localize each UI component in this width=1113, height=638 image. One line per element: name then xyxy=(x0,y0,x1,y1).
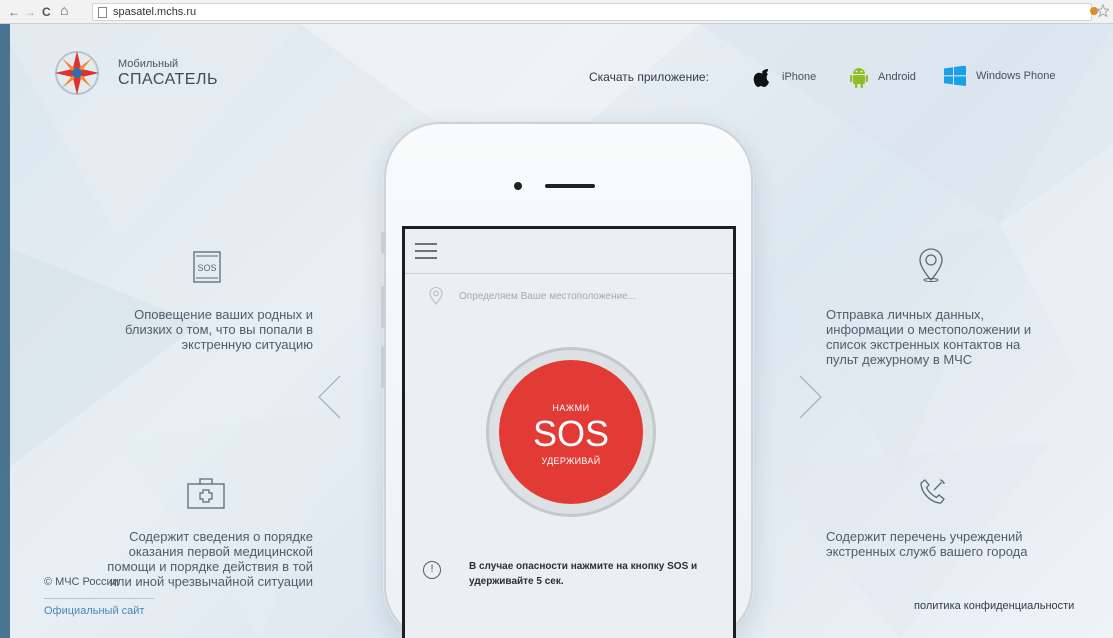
phone-volume-down xyxy=(381,346,385,388)
store-label-windows-phone: Windows Phone xyxy=(976,70,1056,82)
sos-label: SOS xyxy=(532,413,610,454)
store-link-android[interactable]: Android xyxy=(850,66,916,88)
app-header-divider xyxy=(405,273,733,274)
feature-data-send-text: Отправка личных данных, информации о мес… xyxy=(826,307,1032,367)
footer-divider xyxy=(44,598,154,599)
sos-sign-text: SOS xyxy=(197,263,216,273)
apple-icon xyxy=(753,69,769,87)
left-edge-strip xyxy=(0,24,10,638)
page-icon xyxy=(98,7,107,18)
logo-emblem[interactable] xyxy=(52,48,102,98)
store-link-windows-phone[interactable]: Windows Phone xyxy=(944,66,1056,86)
sos-ring: НАЖМИ SOS УДЕРЖИВАЙ xyxy=(486,347,656,517)
official-site-link[interactable]: Официальный сайт xyxy=(44,605,144,617)
phone-speaker xyxy=(545,184,595,188)
download-label: Скачать приложение: xyxy=(589,70,709,84)
feature-alert-text: Оповещение ваших родных и близких о том,… xyxy=(125,307,313,352)
reload-button[interactable]: C xyxy=(42,4,51,20)
hamburger-menu-icon[interactable] xyxy=(415,243,437,259)
phone-camera xyxy=(514,182,522,190)
location-status-text: Определяем Ваше местоположение... xyxy=(459,291,637,302)
sos-button[interactable]: НАЖМИ SOS УДЕРЖИВАЙ xyxy=(499,360,643,504)
sos-press-label: НАЖМИ xyxy=(552,403,590,413)
sos-hold-label: УДЕРЖИВАЙ xyxy=(541,456,601,466)
prev-arrow-icon[interactable] xyxy=(316,374,342,425)
home-button[interactable]: ⌂ xyxy=(60,2,68,18)
back-button[interactable]: ← xyxy=(8,4,20,20)
windows-icon xyxy=(944,66,966,86)
app-screen: Определяем Ваше местоположение... НАЖМИ … xyxy=(402,226,736,638)
store-label-android: Android xyxy=(878,71,916,83)
feature-services-text: Содержит перечень учреждений экстренных … xyxy=(826,529,1028,559)
first-aid-kit-icon xyxy=(186,476,226,515)
address-bar[interactable]: spasatel.mchs.ru xyxy=(92,3,1092,21)
logo-title: СПАСАТЕЛЬ xyxy=(118,71,218,88)
store-link-iphone[interactable]: iPhone xyxy=(752,66,816,88)
android-icon xyxy=(850,68,868,88)
next-arrow-icon[interactable] xyxy=(798,374,824,425)
sos-instruction-text: В случае опасности нажмите на кнопку SOS… xyxy=(469,561,698,587)
privacy-policy-link[interactable]: политика конфиденциальности xyxy=(914,600,1074,612)
url-text: spasatel.mchs.ru xyxy=(113,6,197,18)
logo-subtitle: Мобильный xyxy=(118,58,179,70)
forward-button[interactable]: → xyxy=(24,4,36,20)
location-marker-icon xyxy=(429,286,443,310)
location-pin-icon xyxy=(917,248,945,287)
copyright-text: © МЧС России xyxy=(44,576,119,588)
browser-toolbar: ← → C ⌂ spasatel.mchs.ru xyxy=(0,0,1113,24)
phone-mute-switch xyxy=(381,232,385,254)
extension-icon[interactable] xyxy=(1089,3,1111,21)
sos-sign-icon: SOS xyxy=(190,250,224,289)
phone-wrench-icon xyxy=(917,477,947,512)
phone-volume-up xyxy=(381,286,385,328)
info-icon: ! xyxy=(423,561,441,579)
store-label-iphone: iPhone xyxy=(782,71,817,83)
